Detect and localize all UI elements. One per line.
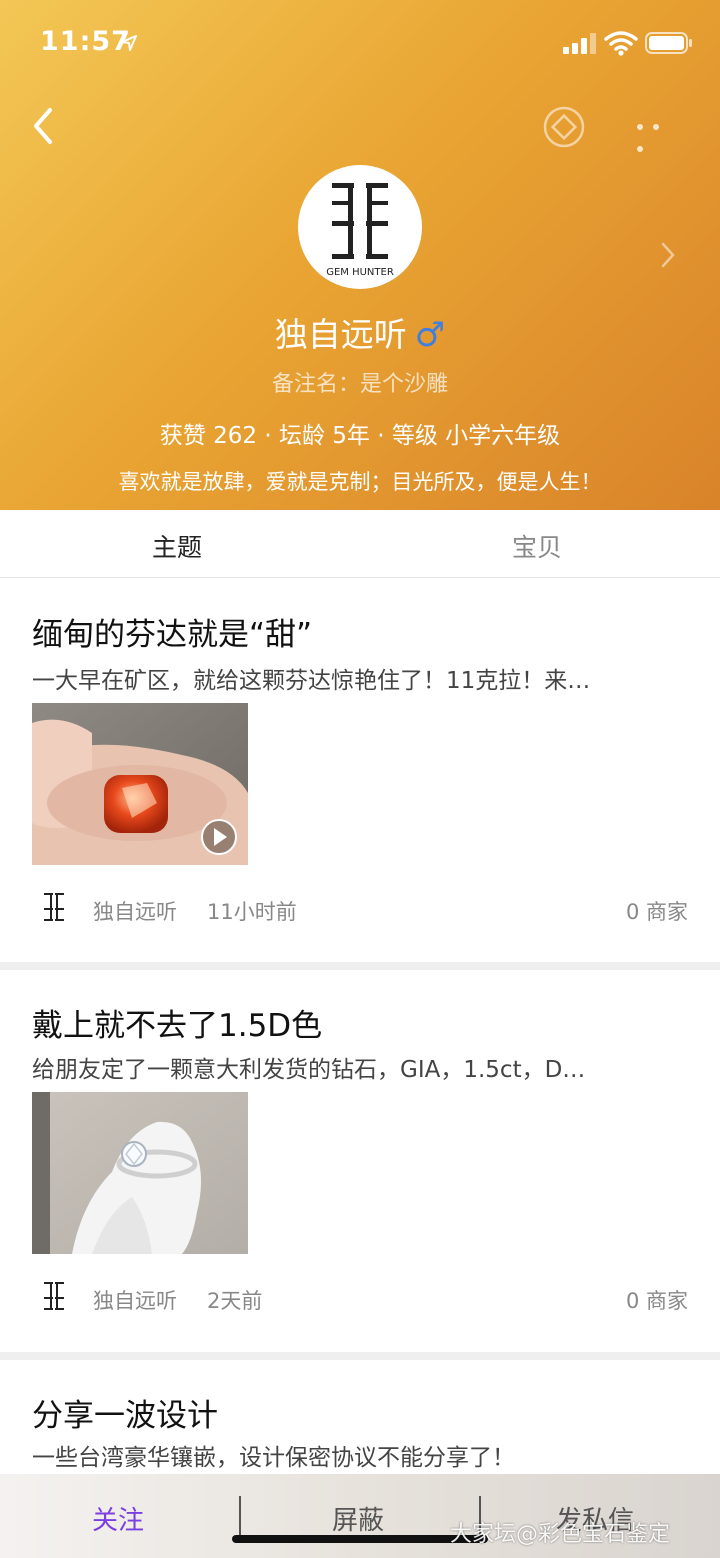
diamond-badge-icon[interactable] xyxy=(543,106,585,148)
divider xyxy=(0,962,720,970)
cellular-signal-icon xyxy=(563,33,596,54)
post-shop-count: 0 商家 xyxy=(625,1289,688,1313)
post-card[interactable]: 分享一波设计 一些台湾豪华镶嵌，设计保密协议不能分享了！ xyxy=(0,1360,720,1474)
divider xyxy=(0,1352,720,1360)
post-card[interactable]: 缅甸的芬达就是“甜” 一大早在矿区，就给这颗芬达惊艳住了！11克拉！来… 独自远… xyxy=(0,579,720,962)
tab-items[interactable]: 宝贝 xyxy=(512,528,562,564)
post-time: 2天前 xyxy=(207,1289,263,1313)
back-arrow-icon[interactable] xyxy=(28,104,58,148)
follow-button[interactable]: 关注 xyxy=(92,1500,144,1537)
post-title[interactable]: 戴上就不去了1.5D色 xyxy=(32,1000,322,1045)
status-bar: 11:57 xyxy=(0,0,720,90)
profile-username: 独自远听 ♂ xyxy=(0,308,720,356)
post-excerpt: 给朋友定了一颗意大利发货的钻石，GIA，1.5ct，D… xyxy=(32,1057,586,1083)
content-tabs: 主题 宝贝 xyxy=(0,510,720,578)
status-time: 11:57 xyxy=(40,26,131,57)
avatar-caption: GEM HUNTER xyxy=(326,267,394,278)
post-thumbnail[interactable] xyxy=(32,703,248,865)
profile-stats: 获赞 262 · 坛龄 5年 · 等级 小学六年级 xyxy=(159,423,561,449)
post-time: 11小时前 xyxy=(207,900,297,924)
post-title[interactable]: 缅甸的芬达就是“甜” xyxy=(32,609,312,654)
chevron-right-icon[interactable] xyxy=(659,240,677,270)
post-card[interactable]: 戴上就不去了1.5D色 给朋友定了一颗意大利发货的钻石，GIA，1.5ct，D… xyxy=(0,970,720,1352)
divider xyxy=(239,1496,241,1538)
block-button[interactable]: 屏蔽 xyxy=(332,1500,384,1537)
author-avatar-icon[interactable] xyxy=(38,1280,70,1316)
post-author[interactable]: 独自远听 xyxy=(93,1285,177,1315)
post-thumbnail[interactable] xyxy=(32,1092,248,1254)
male-gender-icon: ♂ xyxy=(414,315,446,355)
profile-motto: 喜欢就是放肆，爱就是克制；目光所及，便是人生！ xyxy=(118,470,602,494)
battery-icon xyxy=(645,32,692,54)
post-excerpt: 一大早在矿区，就给这颗芬达惊艳住了！11克拉！来… xyxy=(32,668,591,694)
avatar[interactable]: GEM HUNTER xyxy=(298,165,422,289)
author-avatar-icon[interactable] xyxy=(38,891,70,927)
post-shop-count: 0 商家 xyxy=(625,900,688,924)
watermark-text: 大家坛@彩色宝石鉴定 xyxy=(450,1522,671,1547)
post-title[interactable]: 分享一波设计 xyxy=(32,1390,218,1435)
tab-topics[interactable]: 主题 xyxy=(152,528,202,564)
more-options-icon[interactable] xyxy=(637,112,683,152)
post-excerpt: 一些台湾豪华镶嵌，设计保密协议不能分享了！ xyxy=(32,1445,515,1471)
wifi-icon xyxy=(604,31,638,56)
profile-header: 11:57 GEM HUNTER 独自远听 ♂ 备注名：是个沙雕 获赞 262 … xyxy=(0,0,720,510)
gem-in-hand-image xyxy=(32,703,248,865)
post-author[interactable]: 独自远听 xyxy=(93,896,177,926)
username-text: 独自远听 xyxy=(274,315,407,354)
profile-remark[interactable]: 备注名：是个沙雕 xyxy=(0,366,720,398)
location-arrow-icon xyxy=(121,35,137,51)
diamond-ring-image xyxy=(32,1092,248,1254)
